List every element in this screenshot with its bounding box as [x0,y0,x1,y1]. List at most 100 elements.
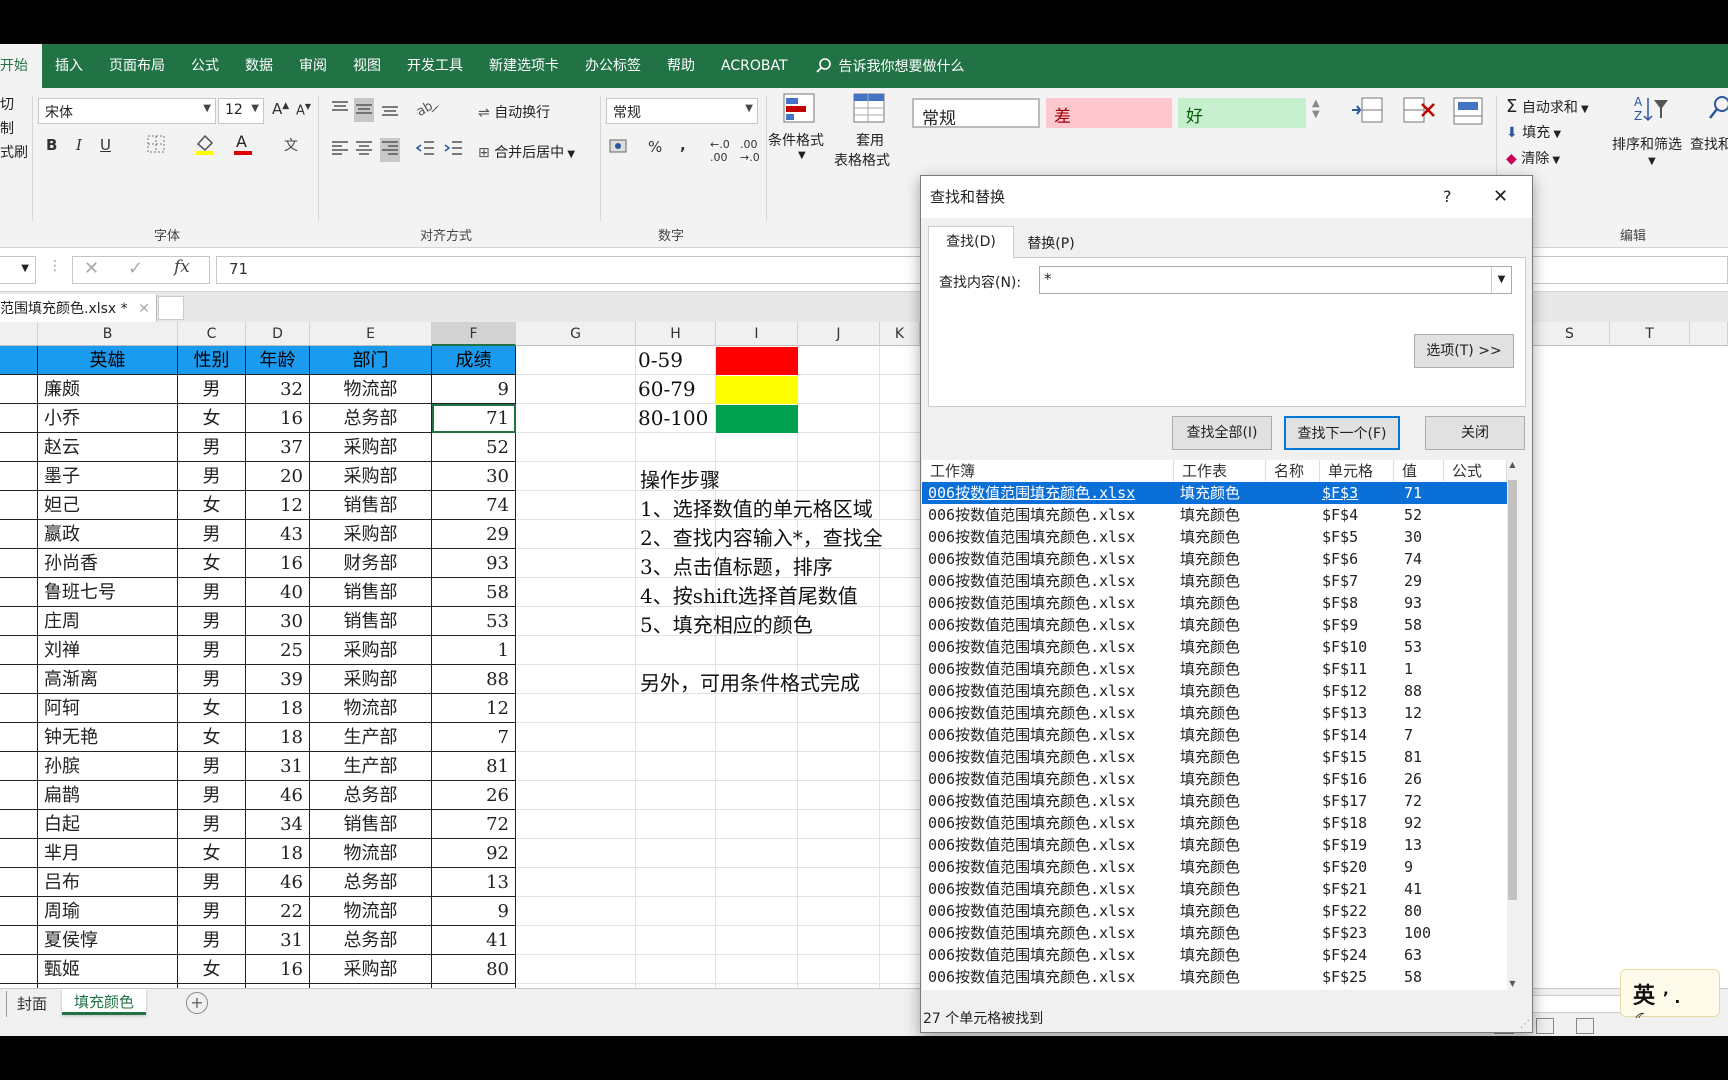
result-row[interactable]: 006按数值范围填充颜色.xlsx 填充颜色 $F$4 52 [922,504,1507,526]
orientation-icon[interactable]: ab [414,98,440,122]
font-color-icon[interactable]: A [232,132,254,160]
tab-new-tab[interactable]: 新建选项卡 [476,44,572,88]
document-tab[interactable]: 范围填充颜色.xlsx * ✕ [0,294,157,322]
clear-button[interactable]: ◆ 清除 ▼ [1506,148,1560,168]
table-cell[interactable]: 销售部 [310,578,432,607]
help-button[interactable]: ? [1443,176,1452,218]
comma-button[interactable]: , [680,136,686,154]
table-header-cell[interactable]: 年龄 [246,346,310,375]
table-cell[interactable]: 孙膑 [38,752,178,781]
table-cell[interactable]: 30 [246,607,310,636]
format-painter-button[interactable]: 式刷 [0,142,28,162]
table-cell[interactable]: 赵云 [38,433,178,462]
table-header-cell[interactable]: 英雄 [38,346,178,375]
table-cell[interactable] [0,549,38,578]
align-middle-icon[interactable] [354,98,374,122]
table-cell[interactable]: 女 [178,491,246,520]
result-row[interactable]: 006按数值范围填充颜色.xlsx 填充颜色 $F$25 58 [922,966,1507,988]
table-cell[interactable]: 31 [246,752,310,781]
result-row[interactable]: 006按数值范围填充颜色.xlsx 填充颜色 $F$11 1 [922,658,1507,680]
table-cell[interactable]: 墨子 [38,462,178,491]
col-header-s[interactable]: S [1530,322,1610,346]
table-cell[interactable] [0,607,38,636]
conditional-format-icon[interactable] [782,92,818,130]
tab-help[interactable]: 帮助 [654,44,708,88]
find-all-button[interactable]: 查找全部(I) [1172,416,1272,450]
table-cell[interactable]: 46 [246,868,310,897]
table-cell[interactable]: 总务部 [310,781,432,810]
sheet-tab-cover[interactable]: 封面 [6,991,57,1017]
close-button[interactable]: 关闭 [1425,416,1525,450]
table-cell[interactable]: 58 [432,578,516,607]
cut-button[interactable]: 切 [0,94,14,114]
table-cell[interactable]: 18 [246,694,310,723]
table-cell[interactable]: 12 [432,694,516,723]
result-row[interactable]: 006按数值范围填充颜色.xlsx 填充颜色 $F$15 81 [922,746,1507,768]
table-cell[interactable]: 52 [432,433,516,462]
phonetic-icon[interactable]: 文 [282,134,302,158]
enter-icon[interactable]: ✓ [128,258,143,279]
table-cell[interactable]: 男 [178,607,246,636]
table-cell[interactable]: 夏侯惇 [38,926,178,955]
table-cell[interactable]: 34 [246,810,310,839]
result-row[interactable]: 006按数值范围填充颜色.xlsx 填充颜色 $F$13 12 [922,702,1507,724]
table-cell[interactable]: 生产部 [310,752,432,781]
table-cell[interactable]: 女 [178,955,246,984]
table-cell[interactable]: 男 [178,810,246,839]
table-cell[interactable]: 20 [246,462,310,491]
scroll-up-icon[interactable]: ▲ [1507,460,1518,469]
table-cell[interactable]: 41 [432,926,516,955]
table-cell[interactable] [0,955,38,984]
find-what-input[interactable]: * ▼ [1039,266,1512,294]
result-row[interactable]: 006按数值范围填充颜色.xlsx 填充颜色 $F$10 53 [922,636,1507,658]
insert-function-icon[interactable]: fx [174,257,190,277]
font-size-combo[interactable]: 12 ▼ [218,98,264,124]
table-cell[interactable]: 采购部 [310,955,432,984]
table-cell[interactable]: 46 [246,781,310,810]
table-cell[interactable] [0,810,38,839]
table-cell[interactable]: 16 [246,404,310,433]
table-cell[interactable]: 39 [246,665,310,694]
table-cell[interactable]: 女 [178,723,246,752]
table-cell[interactable]: 周瑜 [38,897,178,926]
decrease-indent-icon[interactable] [414,138,436,162]
active-cell[interactable]: 71 [432,404,516,433]
table-cell[interactable]: 销售部 [310,810,432,839]
add-sheet-icon[interactable]: + [186,992,208,1014]
table-cell[interactable]: 女 [178,839,246,868]
find-select-label[interactable]: 查找和 [1690,134,1728,154]
table-cell[interactable]: 43 [246,520,310,549]
table-cell[interactable]: 16 [246,549,310,578]
table-cell[interactable]: 18 [246,839,310,868]
table-cell[interactable]: 采购部 [310,636,432,665]
bold-button[interactable]: B [46,136,57,154]
table-cell[interactable]: 29 [432,520,516,549]
fill-color-icon[interactable] [194,132,216,160]
table-cell[interactable]: 93 [432,549,516,578]
table-cell[interactable] [0,723,38,752]
align-top-icon[interactable] [330,98,350,122]
table-cell[interactable]: 男 [178,375,246,404]
sheet-tab-fill-color[interactable]: 填充颜色 [62,989,147,1015]
merge-center-button[interactable]: ⊞ 合并后居中 ▼ [478,142,575,162]
autosum-button[interactable]: Σ 自动求和 ▼ [1506,96,1589,117]
table-cell[interactable]: 芈月 [38,839,178,868]
table-cell[interactable] [0,752,38,781]
result-row[interactable]: 006按数值范围填充颜色.xlsx 填充颜色 $F$16 26 [922,768,1507,790]
table-cell[interactable]: 扁鹊 [38,781,178,810]
table-cell[interactable]: 男 [178,433,246,462]
result-row[interactable]: 006按数值范围填充颜色.xlsx 填充颜色 $F$14 7 [922,724,1507,746]
result-row[interactable]: 006按数值范围填充颜色.xlsx 填充颜色 $F$21 41 [922,878,1507,900]
result-row[interactable]: 006按数值范围填充颜色.xlsx 填充颜色 $F$17 72 [922,790,1507,812]
table-cell[interactable]: 16 [246,955,310,984]
table-cell[interactable]: 25 [246,636,310,665]
table-cell[interactable]: 物流部 [310,375,432,404]
vertical-scrollbar[interactable]: ▲ ▼ [1507,460,1518,990]
increase-decimal-icon[interactable]: ←.0.00 [710,138,730,164]
table-cell[interactable] [0,897,38,926]
col-header-h[interactable]: H [636,322,716,346]
resize-grip-icon[interactable]: ⋰ [1520,1019,1530,1030]
align-center-icon[interactable] [354,138,374,162]
decrease-decimal-icon[interactable]: .00 →.0 [740,138,760,164]
table-header-cell[interactable]: 性别 [178,346,246,375]
